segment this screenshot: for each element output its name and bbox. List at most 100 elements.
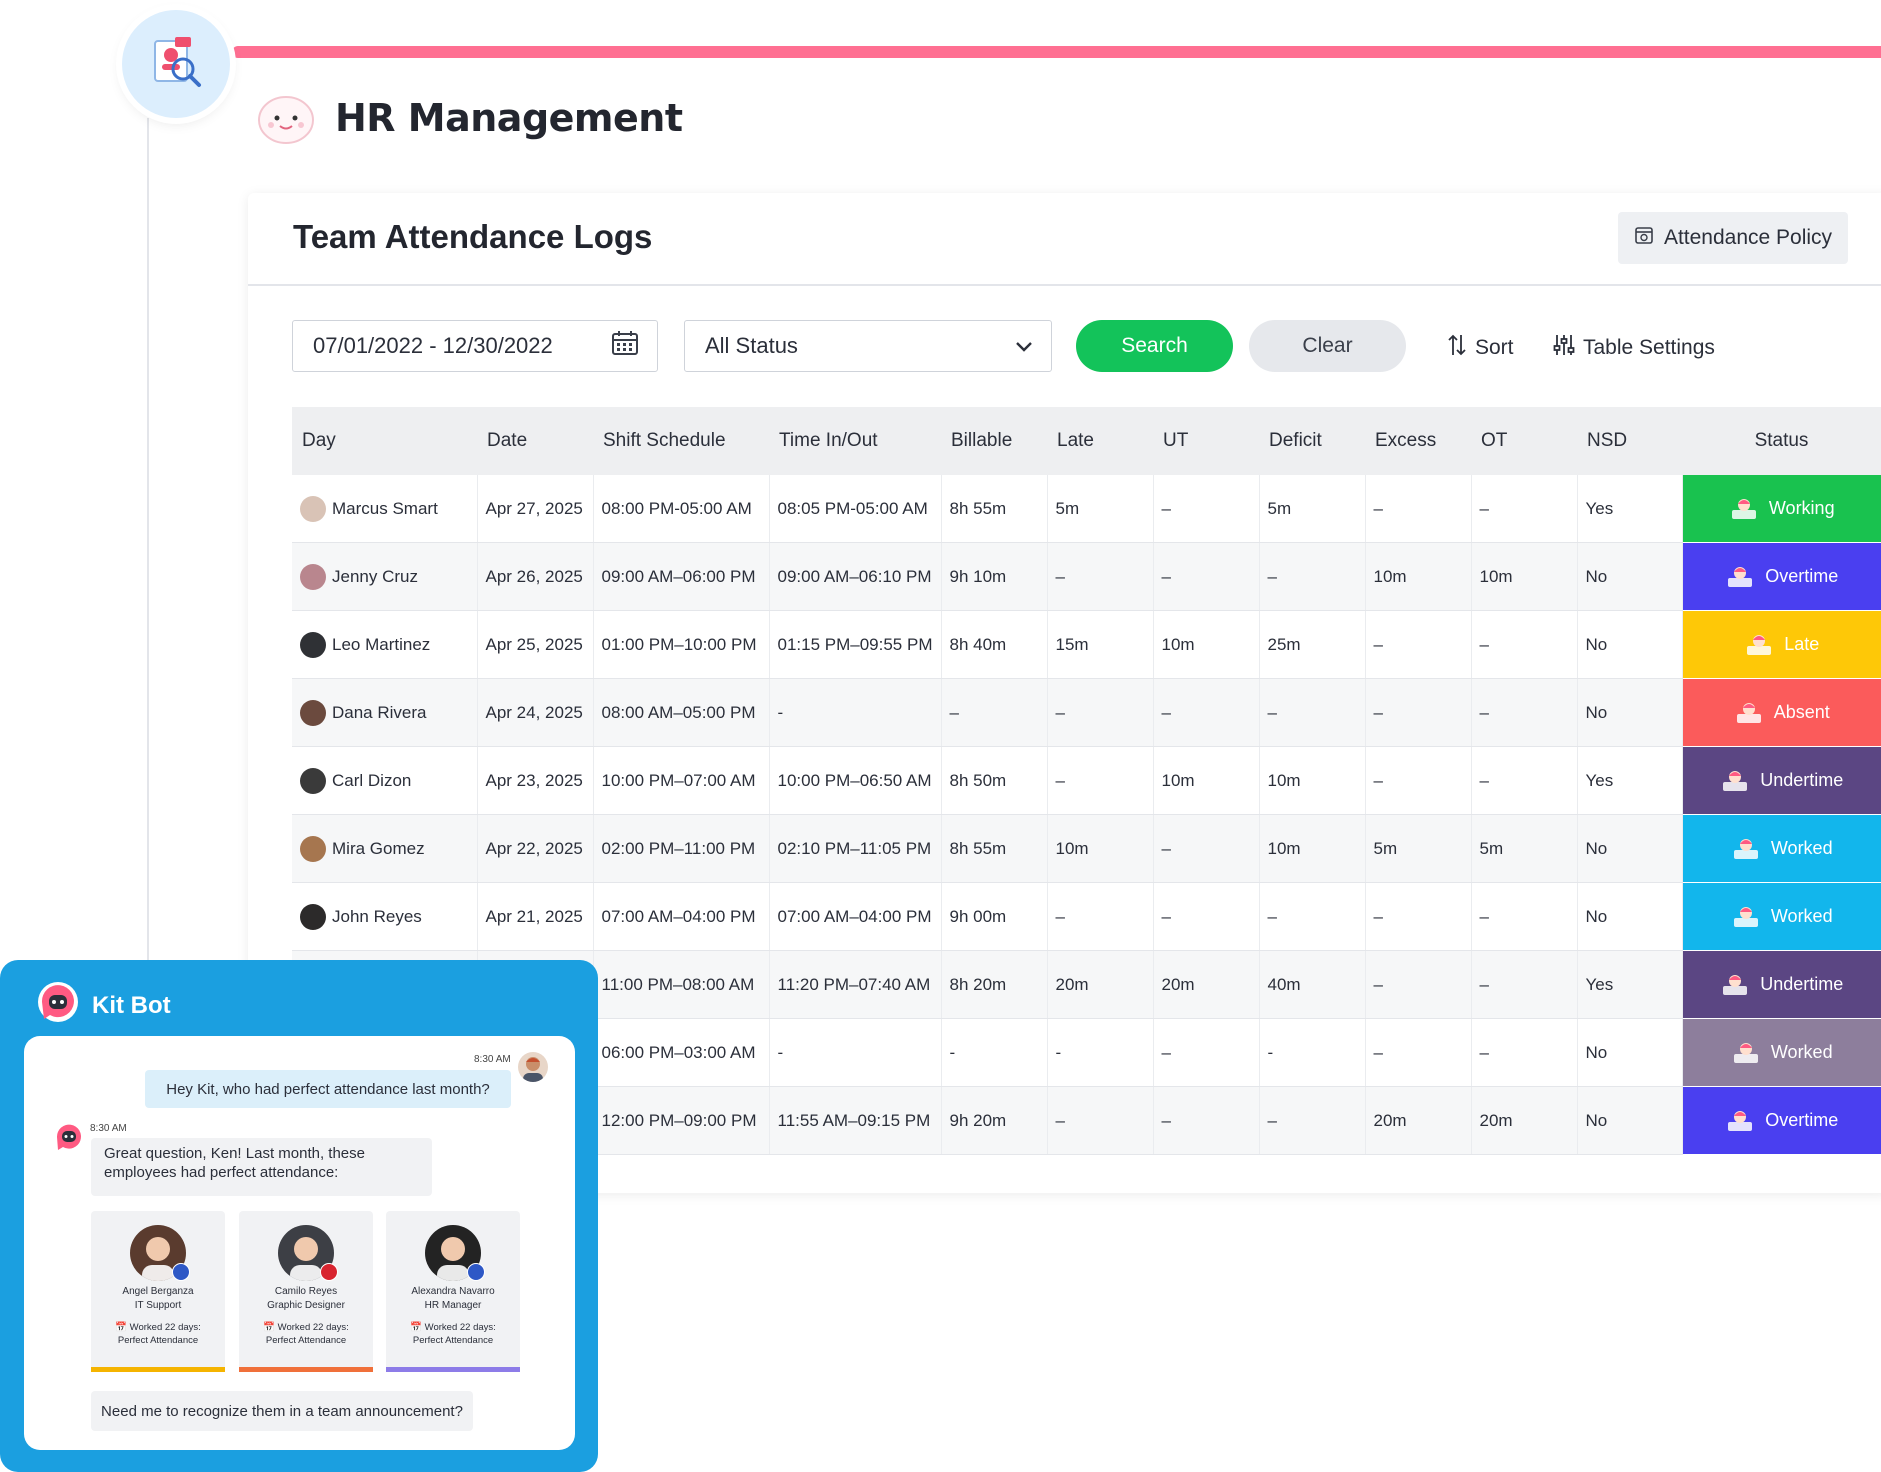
calendar-icon: 📅 bbox=[410, 1322, 423, 1333]
calendar-icon[interactable] bbox=[611, 330, 639, 362]
cell-deficit: 10m bbox=[1259, 746, 1366, 815]
table-row[interactable]: Carl Dizon Apr 23, 2025 10:00 PM–07:00 AM 1… bbox=[292, 746, 1881, 815]
chevron-down-icon bbox=[1015, 333, 1033, 359]
status-label: Late bbox=[1784, 634, 1820, 654]
col-header-late[interactable]: Late bbox=[1047, 407, 1153, 475]
cell-excess: 10m bbox=[1365, 542, 1472, 611]
cell-billable: 9h 00m bbox=[941, 882, 1048, 951]
cell-shift: 08:00 AM–05:00 PM bbox=[593, 678, 770, 747]
perfect-attendance-card[interactable]: Camilo Reyes Graphic Designer 📅 Worked 22 … bbox=[239, 1211, 373, 1372]
cell-excess: – bbox=[1365, 1018, 1472, 1087]
table-row[interactable]: John Reyes Apr 21, 2025 07:00 AM–04:00 PM 0… bbox=[292, 882, 1881, 951]
cell-ot: 10m bbox=[1471, 542, 1578, 611]
card-accent-bar bbox=[91, 1367, 225, 1372]
cell-shift: 01:00 PM–10:00 PM bbox=[593, 610, 770, 679]
search-button[interactable]: Search bbox=[1076, 320, 1233, 372]
avatar bbox=[300, 903, 326, 930]
cell-nsd: No bbox=[1577, 814, 1683, 883]
cell-billable: 8h 50m bbox=[941, 746, 1048, 815]
cell-late: – bbox=[1047, 746, 1154, 815]
kit-bot-header: Kit Bot bbox=[36, 980, 171, 1031]
cell-excess: – bbox=[1365, 610, 1472, 679]
avatar bbox=[300, 835, 326, 862]
table-settings-button[interactable]: Table Settings bbox=[1553, 333, 1715, 363]
cell-ut: 10m bbox=[1153, 610, 1260, 679]
perfect-attendance-card[interactable]: Angel Berganza IT Support 📅 Worked 22 days… bbox=[91, 1211, 225, 1372]
cell-late: 20m bbox=[1047, 950, 1154, 1019]
flag-icon bbox=[320, 1263, 338, 1281]
table-row[interactable]: Mira Gomez Apr 22, 2025 02:00 PM–11:00 PM 0… bbox=[292, 814, 1881, 883]
perfect-attendance-card[interactable]: Alexandra Navarro HR Manager 📅 Worked 22 d… bbox=[386, 1211, 520, 1372]
clear-button[interactable]: Clear bbox=[1249, 320, 1406, 372]
cell-billable: – bbox=[941, 678, 1048, 747]
cell-date: Apr 27, 2025 bbox=[477, 475, 594, 543]
cell-ut: – bbox=[1153, 882, 1260, 951]
date-range-input[interactable]: 07/01/2022 - 12/30/2022 bbox=[292, 320, 658, 372]
col-header-date[interactable]: Date bbox=[477, 407, 593, 475]
cell-timeio: 09:00 AM–06:10 PM bbox=[769, 542, 942, 611]
cell-billable: 9h 20m bbox=[941, 1086, 1048, 1155]
avatar bbox=[300, 699, 326, 726]
table-row[interactable]: Dana Rivera Apr 24, 2025 08:00 AM–05:00 PM… bbox=[292, 678, 1881, 747]
employee[interactable]: Jenny Cruz bbox=[300, 563, 469, 590]
employee[interactable]: Leo Martinez bbox=[300, 631, 469, 658]
table-row[interactable]: Marcus Smart Apr 27, 2025 08:00 PM-05:00 A… bbox=[292, 475, 1881, 543]
cell-billable: 8h 55m bbox=[941, 814, 1048, 883]
employee-card-role: HR Manager bbox=[424, 1300, 482, 1311]
col-header-excess[interactable]: Excess bbox=[1365, 407, 1471, 475]
cell-deficit: 5m bbox=[1259, 475, 1366, 543]
policy-icon bbox=[1634, 225, 1654, 251]
worked-days: Worked 22 days: bbox=[129, 1322, 201, 1333]
cell-timeio: - bbox=[769, 1018, 942, 1087]
avatar bbox=[300, 495, 326, 522]
col-header-timeio[interactable]: Time In/Out bbox=[769, 407, 941, 475]
employee[interactable]: Mira Gomez bbox=[300, 835, 469, 862]
cell-ot: – bbox=[1471, 678, 1578, 747]
cell-employee: John Reyes bbox=[292, 882, 478, 951]
col-header-nsd[interactable]: NSD bbox=[1577, 407, 1682, 475]
cell-ut: – bbox=[1153, 1086, 1260, 1155]
cell-nsd: No bbox=[1577, 1086, 1683, 1155]
attendance-policy-button[interactable]: Attendance Policy bbox=[1618, 212, 1848, 264]
status-icon bbox=[1720, 972, 1750, 998]
cell-timeio: 11:20 PM–07:40 AM bbox=[769, 950, 942, 1019]
cell-billable: 8h 55m bbox=[941, 475, 1048, 543]
cell-employee: Carl Dizon bbox=[292, 746, 478, 815]
cell-employee: Leo Martinez bbox=[292, 610, 478, 679]
avatar bbox=[300, 631, 326, 658]
employee[interactable]: Carl Dizon bbox=[300, 767, 469, 794]
status-filter-select[interactable]: All Status bbox=[684, 320, 1052, 372]
status-label: Worked bbox=[1770, 1042, 1833, 1062]
bot-message-icon bbox=[54, 1122, 84, 1157]
status-icon bbox=[1731, 836, 1761, 862]
cell-late: – bbox=[1047, 542, 1154, 611]
employee-photo bbox=[425, 1225, 485, 1285]
card-accent-bar bbox=[386, 1367, 520, 1372]
sort-button[interactable]: Sort bbox=[1447, 333, 1514, 363]
cell-date: Apr 21, 2025 bbox=[477, 882, 594, 951]
col-header-day[interactable]: Day bbox=[292, 407, 477, 475]
col-header-billable[interactable]: Billable bbox=[941, 407, 1047, 475]
employee[interactable]: Dana Rivera bbox=[300, 699, 469, 726]
cell-late: 10m bbox=[1047, 814, 1154, 883]
employee[interactable]: Marcus Smart bbox=[300, 495, 469, 522]
cell-timeio: 02:10 PM–11:05 PM bbox=[769, 814, 942, 883]
status-label: Overtime bbox=[1765, 1110, 1839, 1130]
col-header-ut[interactable]: UT bbox=[1153, 407, 1259, 475]
table-row[interactable]: Jenny Cruz Apr 26, 2025 09:00 AM–06:00 PM 0… bbox=[292, 542, 1881, 611]
col-header-status[interactable]: Status bbox=[1682, 407, 1881, 475]
employee[interactable]: John Reyes bbox=[300, 903, 469, 930]
user-message: Hey Kit, who had perfect attendance last… bbox=[145, 1070, 511, 1108]
status-badge: Absent bbox=[1682, 678, 1881, 747]
col-header-deficit[interactable]: Deficit bbox=[1259, 407, 1365, 475]
cell-date: Apr 25, 2025 bbox=[477, 610, 594, 679]
cell-ut: – bbox=[1153, 1018, 1260, 1087]
col-header-shift[interactable]: Shift Schedule bbox=[593, 407, 769, 475]
cell-ut: – bbox=[1153, 542, 1260, 611]
bot-followup-message: Need me to recognize them in a team anno… bbox=[91, 1391, 473, 1431]
kit-bot-title: Kit Bot bbox=[92, 991, 171, 1019]
status-icon bbox=[1731, 904, 1761, 930]
col-header-ot[interactable]: OT bbox=[1471, 407, 1577, 475]
user-timestamp: 8:30 AM bbox=[474, 1054, 511, 1065]
table-row[interactable]: Leo Martinez Apr 25, 2025 01:00 PM–10:00 P… bbox=[292, 610, 1881, 679]
